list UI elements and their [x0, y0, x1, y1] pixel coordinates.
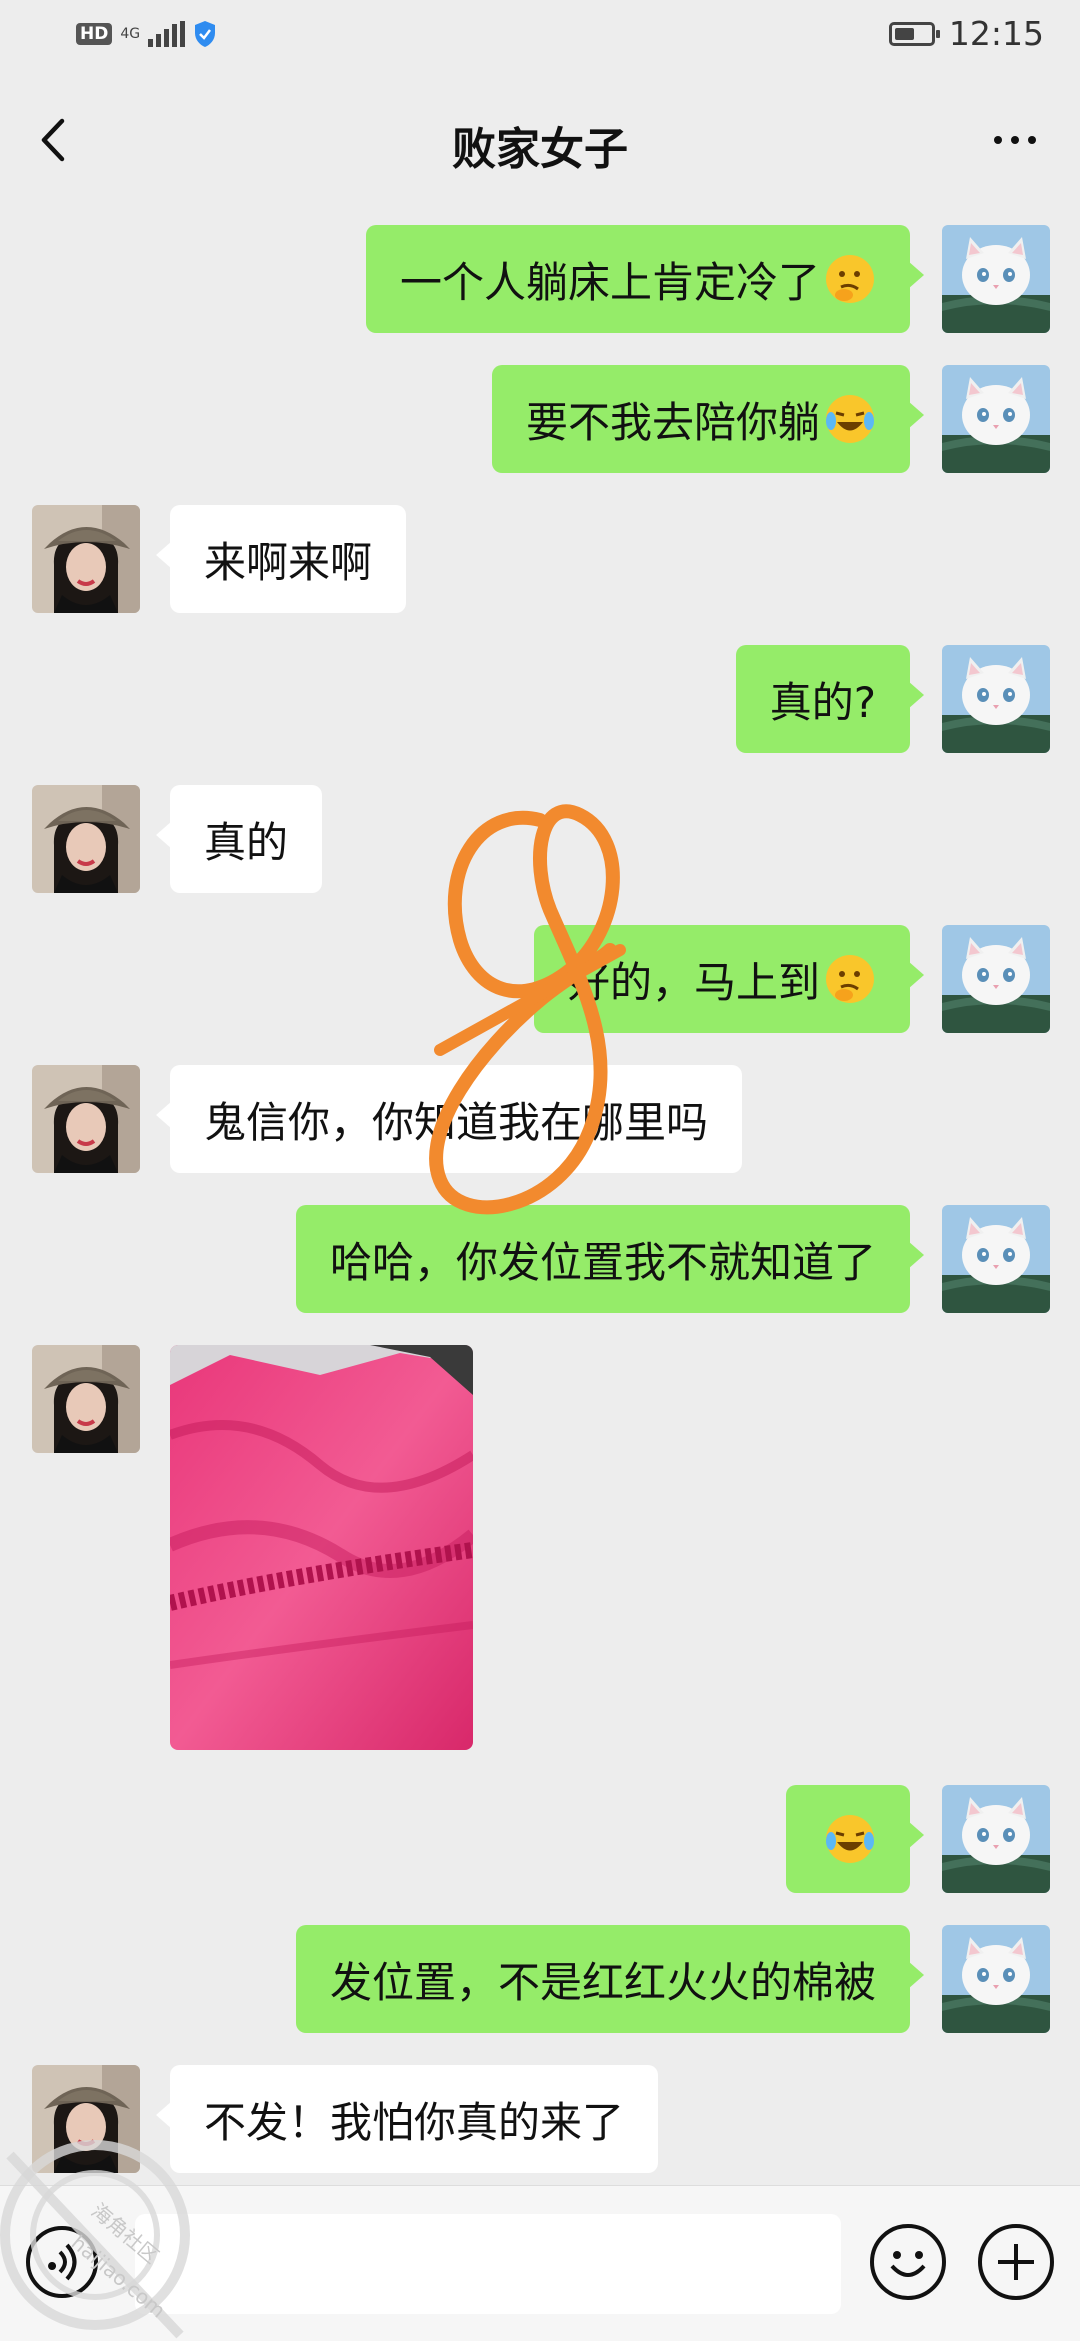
my-avatar[interactable]: [942, 925, 1050, 1033]
my-avatar[interactable]: [942, 1205, 1050, 1313]
message-text: 发位置，不是红红火火的棉被: [329, 1957, 876, 2007]
message-text: 来啊来啊: [204, 537, 373, 587]
message-text: 不发！我怕你真的来了: [204, 2097, 625, 2147]
battery-icon: [888, 21, 940, 46]
message-row: 一个人躺床上肯定冷了: [0, 225, 1080, 335]
message-text: 好的，马上到: [567, 957, 820, 1007]
message-row: 不发！我怕你真的来了: [0, 2065, 1080, 2175]
message-row: 好的，马上到: [0, 925, 1080, 1035]
message-row: [0, 1345, 1080, 1750]
message-bubble[interactable]: 来啊来啊: [155, 505, 407, 613]
message-bubble[interactable]: [786, 1785, 924, 1893]
my-avatar[interactable]: [942, 1925, 1050, 2033]
message-bubble[interactable]: 哈哈，你发位置我不就知道了: [295, 1205, 925, 1313]
thinking-face-icon: [826, 955, 874, 1003]
message-row: 发位置，不是红红火火的棉被: [0, 1925, 1080, 2035]
message-row: 哈哈，你发位置我不就知道了: [0, 1205, 1080, 1315]
message-bubble[interactable]: 要不我去陪你躺: [491, 365, 925, 473]
network-type: 4G: [120, 26, 141, 42]
message-bubble[interactable]: 鬼信你，你知道我在哪里吗: [155, 1065, 743, 1173]
contact-avatar[interactable]: [32, 2065, 140, 2173]
clock: 12:15: [948, 14, 1044, 53]
shield-icon: [195, 21, 216, 47]
message-bubble[interactable]: 真的: [155, 785, 323, 893]
message-list[interactable]: 一个人躺床上肯定冷了 要不我去陪你躺 来啊来啊 真的? 真的 好的，马上到 鬼信…: [0, 200, 1080, 2180]
signal-icon: [148, 21, 186, 47]
message-bubble[interactable]: 一个人躺床上肯定冷了: [365, 225, 925, 333]
laughing-crying-face-icon: [826, 395, 874, 443]
message-row: 真的: [0, 785, 1080, 895]
message-bubble[interactable]: 好的，马上到: [533, 925, 925, 1033]
message-bubble[interactable]: 发位置，不是红红火火的棉被: [295, 1925, 925, 2033]
message-bubble[interactable]: 不发！我怕你真的来了: [155, 2065, 659, 2173]
chat-title: 败家女子: [452, 124, 628, 175]
message-input[interactable]: [135, 2214, 841, 2314]
blanket-photo: [170, 1345, 473, 1750]
message-text: 真的: [204, 817, 289, 867]
contact-avatar[interactable]: [32, 505, 140, 613]
message-text: 真的?: [769, 677, 876, 727]
voice-icon[interactable]: [26, 2226, 98, 2298]
message-text: 鬼信你，你知道我在哪里吗: [204, 1097, 709, 1147]
thinking-face-icon: [826, 255, 874, 303]
message-text: 一个人躺床上肯定冷了: [399, 257, 820, 307]
message-bubble[interactable]: 真的?: [735, 645, 925, 753]
laughing-crying-face-icon: [826, 1815, 874, 1863]
my-avatar[interactable]: [942, 225, 1050, 333]
my-avatar[interactable]: [942, 645, 1050, 753]
plus-icon[interactable]: [978, 2224, 1054, 2300]
message-row: [0, 1785, 1080, 1895]
contact-avatar[interactable]: [32, 1065, 140, 1173]
status-bar: HD 4G 12:15: [0, 0, 1080, 75]
contact-avatar[interactable]: [32, 785, 140, 893]
hd-badge: HD: [76, 23, 113, 45]
message-text: 要不我去陪你躺: [525, 397, 820, 447]
my-avatar[interactable]: [942, 365, 1050, 473]
input-bar: [0, 2185, 1080, 2341]
message-row: 真的?: [0, 645, 1080, 755]
image-message[interactable]: [170, 1345, 473, 1750]
message-text: 哈哈，你发位置我不就知道了: [329, 1237, 876, 1287]
chat-header: 败家女子: [0, 75, 1080, 200]
message-row: 来啊来啊: [0, 505, 1080, 615]
my-avatar[interactable]: [942, 1785, 1050, 1893]
emoji-icon[interactable]: [870, 2224, 946, 2300]
message-row: 要不我去陪你躺: [0, 365, 1080, 475]
contact-avatar[interactable]: [32, 1345, 140, 1453]
message-row: 鬼信你，你知道我在哪里吗: [0, 1065, 1080, 1175]
more-icon[interactable]: [980, 105, 1050, 175]
